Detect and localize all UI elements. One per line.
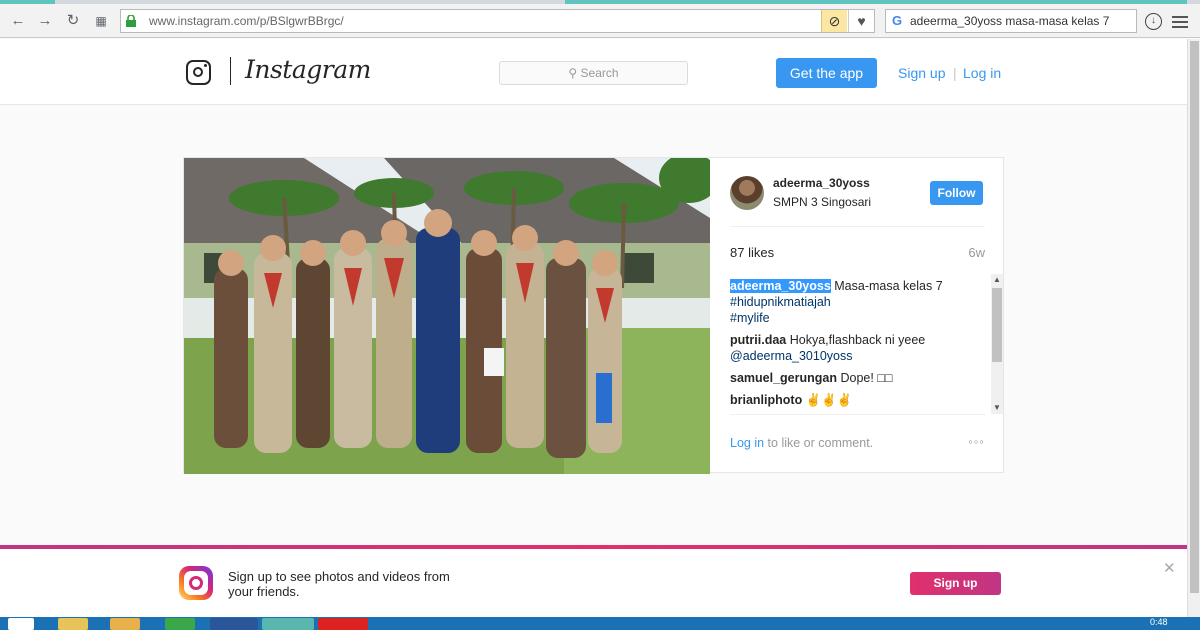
avatar[interactable] <box>730 176 764 210</box>
login-prompt-text: to like or comment. <box>767 436 874 450</box>
scroll-up-icon[interactable]: ▲ <box>991 274 1003 286</box>
search-placeholder: Search <box>580 66 619 80</box>
url-text[interactable]: www.instagram.com/p/BSlgwrBBrgc/ <box>149 14 344 28</box>
post-location[interactable]: SMPN 3 Singosari <box>773 195 871 209</box>
post-username[interactable]: adeerma_30yoss <box>773 176 870 190</box>
banner-text: Sign up to see photos and videos from yo… <box>228 569 450 599</box>
taskbar-app-icon-active[interactable] <box>318 618 368 630</box>
taskbar-app-icon[interactable] <box>58 618 88 630</box>
sign-up-link[interactable]: Sign up <box>898 65 945 81</box>
instagram-app-icon <box>179 566 213 600</box>
download-icon[interactable]: ↓ <box>1145 13 1162 30</box>
google-icon: G <box>892 13 903 28</box>
heart-icon[interactable]: ♥ <box>848 10 874 32</box>
hashtag-link[interactable]: #mylife <box>730 310 992 326</box>
caption-username[interactable]: adeerma_30yoss <box>730 279 831 293</box>
comment-text: Dope! □□ <box>840 371 893 385</box>
comment-text: ✌✌✌ <box>805 393 853 407</box>
mention-link[interactable]: @adeerma_3010yoss <box>730 348 992 364</box>
taskbar-app-icon[interactable] <box>262 618 314 630</box>
taskbar-app-icon[interactable] <box>165 618 195 630</box>
comment-username[interactable]: brianliphoto <box>730 393 802 407</box>
divider <box>730 414 985 415</box>
comment-username[interactable]: samuel_gerungan <box>730 371 837 385</box>
taskbar-app-icon[interactable] <box>210 618 258 630</box>
login-prompt: Log in to like or comment. <box>730 436 873 450</box>
apps-icon[interactable]: ▦ <box>91 11 111 31</box>
block-icon[interactable]: ⊘ <box>821 10 847 32</box>
login-to-like-link[interactable]: Log in <box>730 436 764 450</box>
link-separator: | <box>953 65 957 81</box>
post-sidebar: adeerma_30yoss SMPN 3 Singosari Follow 8… <box>710 158 1005 474</box>
comments-list: adeerma_30yoss Masa-masa kelas 7 #hidupn… <box>730 278 992 411</box>
instagram-glyph-icon[interactable] <box>186 60 211 85</box>
scrollbar-thumb[interactable] <box>1190 41 1199 593</box>
hashtag-link[interactable]: #hidupnikmatiajah <box>730 294 992 310</box>
banner-sign-up-button[interactable]: Sign up <box>910 572 1001 595</box>
comment-text: Hokya,flashback ni yeee <box>789 333 926 347</box>
search-input[interactable]: ⚲ Search <box>499 61 688 85</box>
menu-icon[interactable] <box>1170 13 1190 31</box>
start-icon[interactable] <box>8 618 34 630</box>
log-in-link[interactable]: Log in <box>963 65 1001 81</box>
instagram-logo-word[interactable]: Instagram <box>245 55 371 84</box>
comment-item: putrii.daa Hokya,flashback ni yeee @adee… <box>730 332 992 364</box>
reload-icon[interactable]: ↻ <box>63 11 83 31</box>
search-icon: ⚲ <box>568 66 578 80</box>
lock-icon <box>126 15 136 27</box>
scrollbar-thumb[interactable] <box>992 288 1002 362</box>
back-icon[interactable]: ← <box>8 11 28 31</box>
post-photo[interactable] <box>184 158 710 474</box>
divider <box>730 226 985 227</box>
comment-item: brianliphoto ✌✌✌ <box>730 392 992 408</box>
browser-search-bar[interactable]: G adeerma_30yoss masa-masa kelas 7 <box>885 9 1137 33</box>
close-icon[interactable]: ✕ <box>1163 559 1176 577</box>
forward-icon[interactable]: → <box>35 11 55 31</box>
caption: adeerma_30yoss Masa-masa kelas 7 #hidupn… <box>730 278 992 326</box>
more-options-button[interactable]: ◦◦◦ <box>968 434 985 449</box>
post-card: adeerma_30yoss SMPN 3 Singosari Follow 8… <box>183 157 1005 474</box>
taskbar-app-icon[interactable] <box>110 618 140 630</box>
get-the-app-button[interactable]: Get the app <box>776 58 877 88</box>
browser-search-query[interactable]: adeerma_30yoss masa-masa kelas 7 <box>910 14 1109 28</box>
logo-divider <box>230 57 231 85</box>
page-scrollbar[interactable] <box>1187 39 1200 617</box>
os-taskbar: 0:48 <box>0 617 1200 630</box>
comments-scrollbar[interactable]: ▲ ▼ <box>991 274 1003 414</box>
comment-username[interactable]: putrii.daa <box>730 333 786 347</box>
taskbar-clock: 0:48 <box>1150 617 1168 627</box>
browser-toolbar: ← → ↻ ▦ www.instagram.com/p/BSlgwrBBrgc/… <box>0 4 1200 38</box>
likes-count[interactable]: 87 likes <box>730 245 774 260</box>
comment-item: samuel_gerungan Dope! □□ <box>730 370 992 386</box>
post-age[interactable]: 6w <box>968 245 985 260</box>
follow-button[interactable]: Follow <box>930 181 983 205</box>
instagram-header: Instagram ⚲ Search Get the app Sign up |… <box>0 39 1187 105</box>
signup-banner: Sign up to see photos and videos from yo… <box>0 549 1187 617</box>
scroll-down-icon[interactable]: ▼ <box>991 402 1003 414</box>
caption-text: Masa-masa kelas 7 <box>834 279 943 293</box>
address-bar[interactable]: www.instagram.com/p/BSlgwrBBrgc/ ⊘ ♥ <box>120 9 875 33</box>
